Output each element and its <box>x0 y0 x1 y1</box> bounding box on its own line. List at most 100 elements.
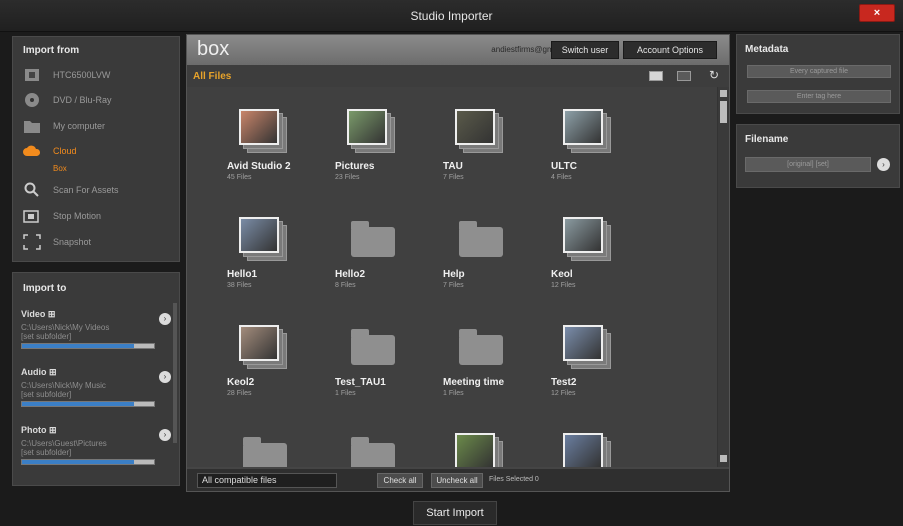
uncheck-all-button[interactable]: Uncheck all <box>431 473 483 488</box>
file-item[interactable]: Keol 12 Files <box>541 195 641 295</box>
import-to-panel: Import to Video ⊞ C:\Users\Nick\My Video… <box>12 272 180 486</box>
space-meter <box>21 343 155 349</box>
file-item-count: 12 Files <box>551 282 576 289</box>
destination-video: Video ⊞ C:\Users\Nick\My Videos [set sub… <box>21 309 171 349</box>
source-label: My computer <box>53 121 106 131</box>
switch-user-button[interactable]: Switch user <box>551 41 619 59</box>
disc-icon <box>25 93 39 107</box>
source-item-stop-motion[interactable]: Stop Motion <box>21 208 171 226</box>
source-item-dvd[interactable]: DVD / Blu-Ray <box>21 92 171 110</box>
filename-arrow-icon[interactable]: › <box>877 158 890 171</box>
metadata-tag-field[interactable]: Enter tag here <box>747 90 891 103</box>
photo-stack-thumbnail <box>563 433 613 467</box>
import-from-panel: Import from HTC6500LVW DVD / Blu-Ray My … <box>12 36 180 262</box>
scroll-up-icon[interactable] <box>720 90 727 97</box>
space-meter-fill <box>22 344 135 348</box>
camera-icon <box>23 210 39 223</box>
file-item[interactable]: Test_TAU1 1 Files <box>325 303 425 403</box>
folder-icon <box>347 217 397 261</box>
file-item[interactable] <box>217 411 317 467</box>
start-import-button[interactable]: Start Import <box>413 501 497 525</box>
file-item[interactable] <box>541 411 641 467</box>
file-grid-scrollbar[interactable] <box>717 87 729 467</box>
refresh-icon[interactable]: ↻ <box>709 68 719 82</box>
destination-label: Audio ⊞ <box>21 367 57 377</box>
check-all-button[interactable]: Check all <box>377 473 423 488</box>
cloud-provider-box[interactable]: Box <box>53 164 67 173</box>
source-item-phone[interactable]: HTC6500LVW <box>21 67 171 85</box>
source-item-cloud[interactable]: Cloud <box>21 143 171 161</box>
account-options-button[interactable]: Account Options <box>623 41 717 59</box>
filename-pattern-field[interactable]: [original] [set] <box>745 157 871 172</box>
snapshot-icon <box>23 234 41 250</box>
source-label: DVD / Blu-Ray <box>53 95 112 105</box>
source-item-my-computer[interactable]: My computer <box>21 118 171 136</box>
browse-arrow-icon[interactable]: › <box>159 371 171 383</box>
destination-path[interactable]: C:\Users\Nick\My Music <box>21 381 171 390</box>
title-bar: Studio Importer × <box>0 0 903 32</box>
import-from-title: Import from <box>23 45 80 56</box>
source-label: HTC6500LVW <box>53 70 111 80</box>
file-item[interactable] <box>433 411 533 467</box>
metadata-scope-button[interactable]: Every captured file <box>747 65 891 78</box>
browse-arrow-icon[interactable]: › <box>159 429 171 441</box>
file-item-count: 12 Files <box>551 390 576 397</box>
photo-stack-thumbnail <box>347 109 397 153</box>
destination-path[interactable]: C:\Users\Nick\My Videos <box>21 323 171 332</box>
close-button[interactable]: × <box>859 4 895 22</box>
browser-toolbar: All Files ↻ <box>187 65 729 87</box>
browse-arrow-icon[interactable]: › <box>159 313 171 325</box>
file-item-count: 8 Files <box>335 282 356 289</box>
file-item-count: 45 Files <box>227 174 252 181</box>
photo-stack-thumbnail <box>239 217 289 261</box>
file-type-filter[interactable]: All compatible files <box>197 473 337 488</box>
file-item-count: 7 Files <box>443 282 464 289</box>
subfolder-link[interactable]: [set subfolder] <box>21 448 171 457</box>
file-item[interactable] <box>325 411 425 467</box>
photo-stack-thumbnail <box>455 109 505 153</box>
filename-panel: Filename [original] [set] › <box>736 124 900 188</box>
file-item[interactable]: Hello2 8 Files <box>325 195 425 295</box>
folder-icon <box>24 121 40 133</box>
photo-stack-thumbnail <box>563 217 613 261</box>
file-item[interactable]: Test2 12 Files <box>541 303 641 403</box>
import-to-title: Import to <box>23 283 67 294</box>
file-item-count: 28 Files <box>227 390 252 397</box>
metadata-panel: Metadata Every captured file Enter tag h… <box>736 34 900 114</box>
file-item[interactable]: ULTC 4 Files <box>541 87 641 187</box>
file-item[interactable]: Pictures 23 Files <box>325 87 425 187</box>
subfolder-link[interactable]: [set subfolder] <box>21 332 171 341</box>
space-meter-fill <box>22 460 135 464</box>
file-item[interactable]: Avid Studio 2 45 Files <box>217 87 317 187</box>
source-item-scan[interactable]: Scan For Assets <box>21 182 171 200</box>
file-item[interactable]: Keol2 28 Files <box>217 303 317 403</box>
import-to-scrollbar[interactable] <box>173 303 177 443</box>
scroll-down-icon[interactable] <box>720 455 727 462</box>
window-title: Studio Importer <box>410 9 493 23</box>
list-view-icon[interactable] <box>649 71 663 81</box>
folder-icon <box>239 433 289 467</box>
file-item-name: Hello1 <box>227 269 258 280</box>
source-label: Snapshot <box>53 237 92 247</box>
destination-photo: Photo ⊞ C:\Users\Guest\Pictures [set sub… <box>21 425 171 465</box>
file-item[interactable]: Meeting time 1 Files <box>433 303 533 403</box>
file-grid: Avid Studio 2 45 Files Pictures 23 Files TAU… <box>187 87 717 467</box>
subfolder-link[interactable]: [set subfolder] <box>21 390 171 399</box>
scroll-thumb[interactable] <box>720 101 727 123</box>
destination-path[interactable]: C:\Users\Guest\Pictures <box>21 439 171 448</box>
folder-icon <box>347 433 397 467</box>
source-label: Cloud <box>53 146 77 156</box>
folder-icon <box>455 325 505 369</box>
folder-icon <box>455 217 505 261</box>
file-item-count: 1 Files <box>335 390 356 397</box>
file-item[interactable]: TAU 7 Files <box>433 87 533 187</box>
filename-title: Filename <box>745 134 789 145</box>
file-item-name: ULTC <box>551 161 577 172</box>
grid-view-icon[interactable] <box>677 71 691 81</box>
file-item[interactable]: Hello1 38 Files <box>217 195 317 295</box>
file-item-name: TAU <box>443 161 463 172</box>
source-item-snapshot[interactable]: Snapshot <box>21 234 171 252</box>
photo-stack-thumbnail <box>239 325 289 369</box>
space-meter <box>21 401 155 407</box>
file-item[interactable]: Help 7 Files <box>433 195 533 295</box>
